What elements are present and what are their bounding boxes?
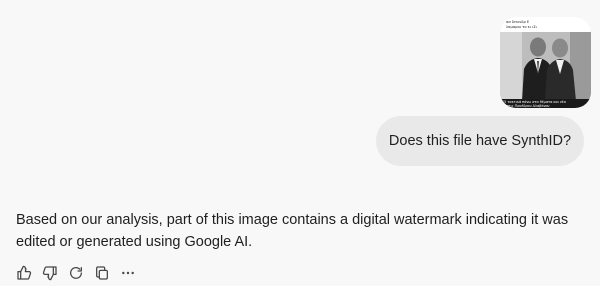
thumbs-down-icon bbox=[42, 266, 57, 281]
image-caption-top-2: λαμαμαι το κι ιΣι bbox=[506, 25, 538, 29]
assistant-response-text: Based on our analysis, part of this imag… bbox=[16, 212, 569, 250]
copy-icon bbox=[96, 266, 108, 280]
uploaded-image-thumbnail[interactable]: ασ δεκινδρ Ε λαμαμαι το κι ιΣι 15 τακτικ… bbox=[500, 17, 591, 108]
assistant-response: Based on our analysis, part of this imag… bbox=[16, 209, 586, 253]
thumbs-down-button[interactable] bbox=[37, 260, 63, 286]
image-caption-bottom-2: φάσεις Προέδρου Αλαβάνου bbox=[502, 104, 550, 108]
user-message-bubble: Does this file have SynthID? bbox=[376, 116, 584, 166]
user-message-text: Does this file have SynthID? bbox=[388, 133, 572, 149]
image-caption-top-1: ασ δεκινδρ Ε bbox=[506, 20, 530, 24]
more-options-button[interactable] bbox=[115, 260, 141, 286]
regenerate-button[interactable] bbox=[63, 260, 89, 286]
response-actions bbox=[11, 260, 141, 286]
more-icon bbox=[122, 271, 134, 275]
regenerate-icon bbox=[70, 267, 82, 279]
thumbs-up-icon bbox=[17, 265, 32, 280]
thumbs-up-button[interactable] bbox=[11, 260, 37, 286]
photo-two-men: ασ δεκινδρ Ε λαμαμαι το κι ιΣι 15 τακτικ… bbox=[500, 17, 591, 108]
copy-button[interactable] bbox=[89, 260, 115, 286]
